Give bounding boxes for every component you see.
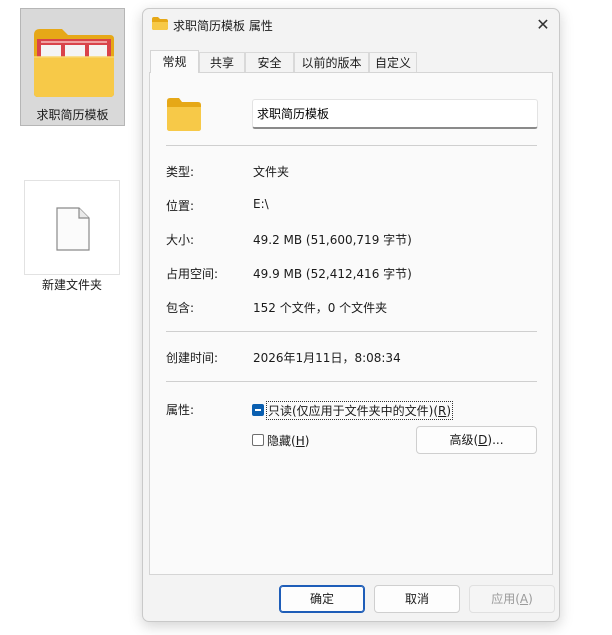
location-label: 位置: [166, 199, 195, 213]
divider [166, 331, 537, 332]
desktop-item-label: 新建文件夹 [41, 278, 102, 292]
location-value: E:\ [253, 197, 269, 211]
size-value: 49.2 MB (51,600,719 字节) [253, 233, 412, 247]
tab-customize[interactable]: 自定义 [369, 52, 417, 72]
divider [166, 145, 537, 146]
file-thumbnail [24, 180, 120, 275]
size-on-disk-label: 占用空间: [166, 267, 219, 281]
folder-thumbnail-icon [34, 29, 114, 97]
title-bar[interactable]: 求职简历模板 属性 ✕ [143, 9, 559, 41]
type-value: 文件夹 [253, 165, 290, 179]
readonly-checkbox-label[interactable]: 只读(仅应用于文件夹中的文件)(R) [266, 401, 454, 420]
desktop-item-label: 求职简历模板 [36, 108, 109, 122]
apply-button[interactable]: 应用(A) [469, 585, 555, 613]
divider [166, 381, 537, 382]
created-label: 创建时间: [166, 351, 219, 365]
desktop-folder-new[interactable]: 新建文件夹 [24, 180, 120, 300]
dialog-title: 求职简历模板 属性 [173, 19, 273, 33]
desktop-folder-resume-template[interactable]: 求职简历模板 [20, 8, 125, 126]
attributes-label: 属性: [166, 403, 195, 417]
folder-icon [167, 98, 201, 131]
type-label: 类型: [166, 165, 195, 179]
tab-security[interactable]: 安全 [245, 52, 294, 72]
hidden-checkbox[interactable] [252, 434, 264, 446]
close-icon: ✕ [536, 15, 550, 34]
advanced-button[interactable]: 高级(D)... [416, 426, 537, 454]
folder-name-input[interactable] [252, 99, 538, 129]
created-value: 2026年1月11日，8:08:34 [253, 351, 401, 365]
readonly-checkbox[interactable] [252, 404, 264, 416]
cancel-button[interactable]: 取消 [374, 585, 460, 613]
hidden-checkbox-label[interactable]: 隐藏(H) [267, 432, 309, 449]
folder-icon [152, 17, 168, 30]
close-button[interactable]: ✕ [529, 12, 557, 38]
blank-document-icon [56, 207, 90, 251]
tab-general[interactable]: 常规 [150, 50, 199, 73]
contains-value: 152 个文件，0 个文件夹 [253, 301, 388, 315]
tab-previous-versions[interactable]: 以前的版本 [294, 52, 369, 72]
tab-sharing[interactable]: 共享 [199, 52, 245, 72]
contains-label: 包含: [166, 301, 195, 315]
ok-button[interactable]: 确定 [279, 585, 365, 613]
size-on-disk-value: 49.9 MB (52,412,416 字节) [253, 267, 412, 281]
size-label: 大小: [166, 233, 195, 247]
properties-dialog: 求职简历模板 属性 ✕ 常规 共享 安全 以前的版本 自定义 类型: 文件夹 位… [142, 8, 560, 622]
general-panel: 类型: 文件夹 位置: E:\ 大小: 49.2 MB (51,600,719 … [149, 72, 553, 575]
